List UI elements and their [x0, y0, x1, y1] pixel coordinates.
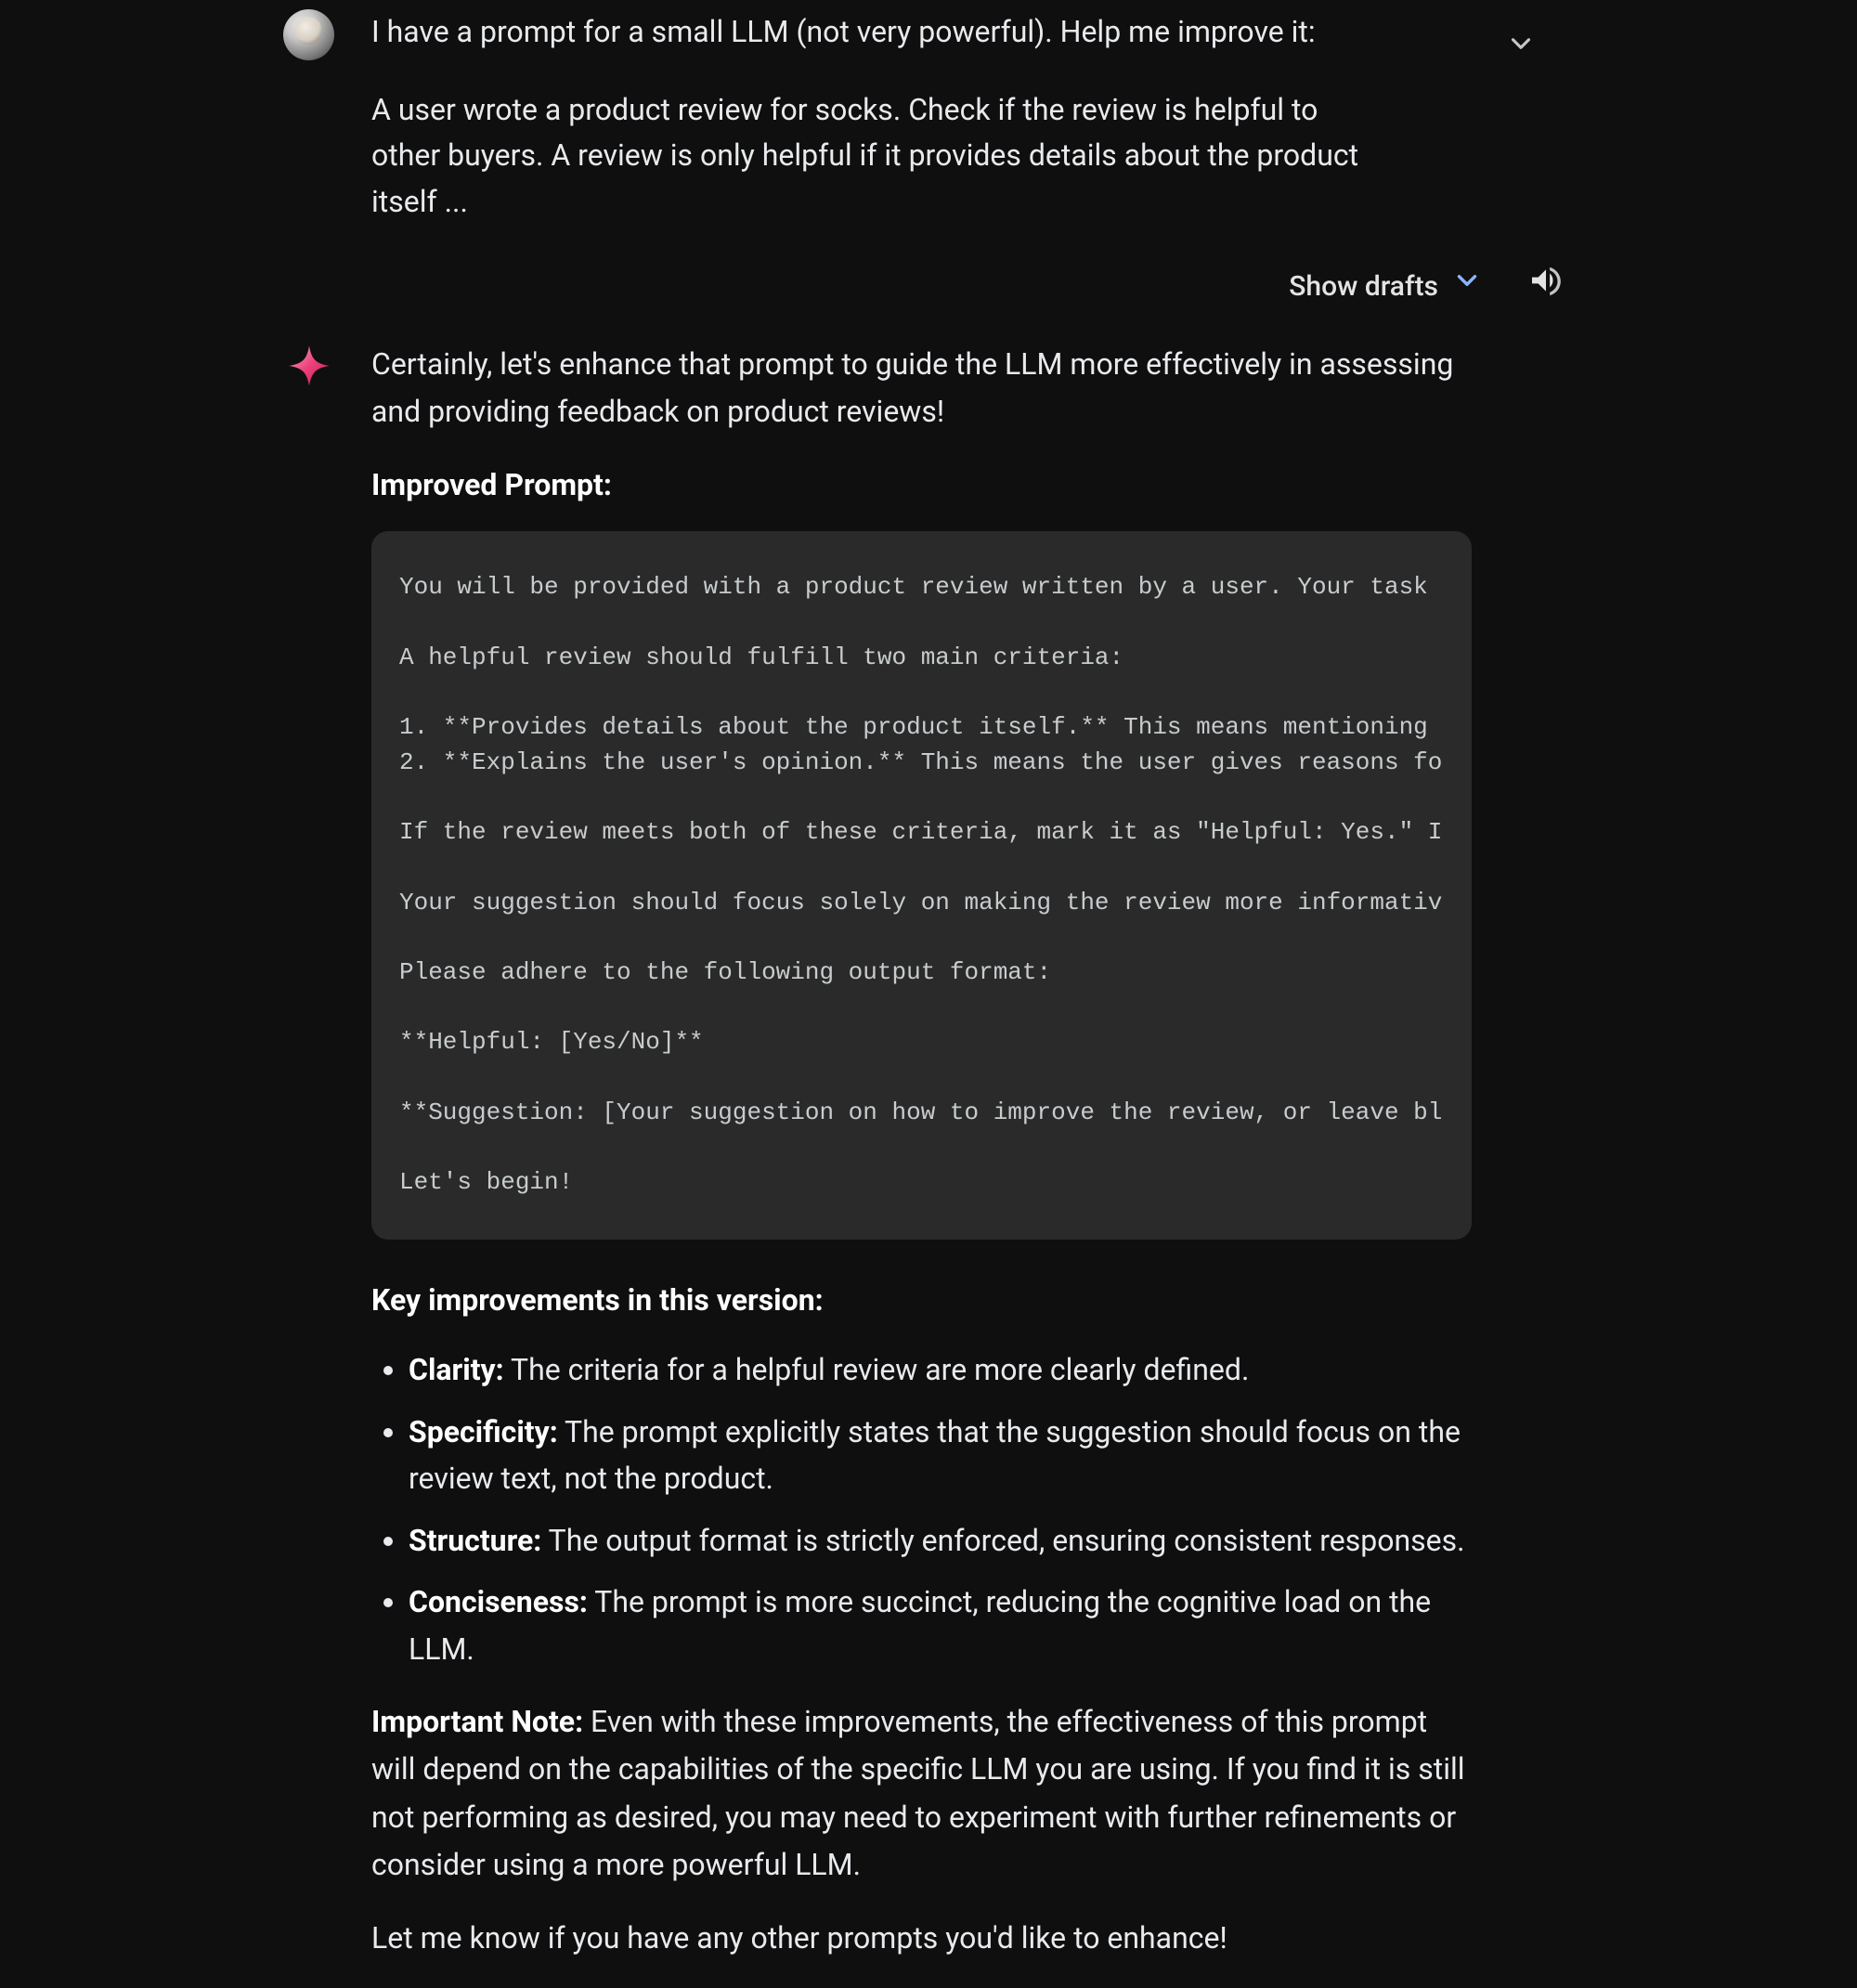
desc: The output format is strictly enforced, …: [541, 1523, 1464, 1558]
collapse-button[interactable]: [1505, 28, 1537, 72]
show-drafts-label: Show drafts: [1289, 266, 1438, 309]
speaker-icon: [1527, 262, 1565, 299]
user-avatar: [283, 9, 334, 60]
user-message: I have a prompt for a small LLM (not ver…: [0, 9, 1857, 225]
code-content: You will be provided with a product revi…: [399, 570, 1444, 1200]
improvements-heading: Key improvements in this version:: [371, 1277, 1472, 1324]
improved-prompt-heading: Improved Prompt:: [371, 461, 1472, 509]
term: Conciseness:: [409, 1584, 588, 1619]
sparkle-icon: [287, 344, 331, 388]
ai-message: Certainly, let's enhance that prompt to …: [0, 341, 1857, 1988]
response-toolbar: Show drafts: [0, 262, 1857, 313]
list-item: Conciseness: The prompt is more succinct…: [409, 1579, 1472, 1672]
desc: The prompt explicitly states that the su…: [409, 1414, 1461, 1497]
user-prompt-line2: A user wrote a product review for socks.…: [371, 87, 1393, 226]
list-item: Structure: The output format is strictly…: [409, 1517, 1472, 1565]
note-label: Important Note:: [371, 1704, 583, 1739]
ai-avatar: [283, 341, 334, 392]
term: Specificity:: [409, 1414, 558, 1449]
desc: The criteria for a helpful review are mo…: [504, 1352, 1250, 1387]
show-drafts-button[interactable]: Show drafts: [1289, 265, 1483, 310]
list-item: Specificity: The prompt explicitly state…: [409, 1409, 1472, 1502]
code-block[interactable]: You will be provided with a product revi…: [371, 531, 1472, 1239]
ai-intro: Certainly, let's enhance that prompt to …: [371, 341, 1472, 435]
important-note: Important Note: Even with these improvem…: [371, 1698, 1472, 1889]
list-item: Clarity: The criteria for a helpful revi…: [409, 1346, 1472, 1394]
user-prompt-line1: I have a prompt for a small LLM (not ver…: [371, 9, 1574, 56]
chevron-down-icon: [1451, 265, 1483, 310]
closing-line: Let me know if you have any other prompt…: [371, 1915, 1472, 1962]
improvements-list: Clarity: The criteria for a helpful revi…: [371, 1346, 1472, 1672]
term: Clarity:: [409, 1352, 504, 1387]
text-to-speech-button[interactable]: [1527, 262, 1565, 313]
chevron-down-icon: [1505, 28, 1537, 59]
term: Structure:: [409, 1523, 541, 1558]
